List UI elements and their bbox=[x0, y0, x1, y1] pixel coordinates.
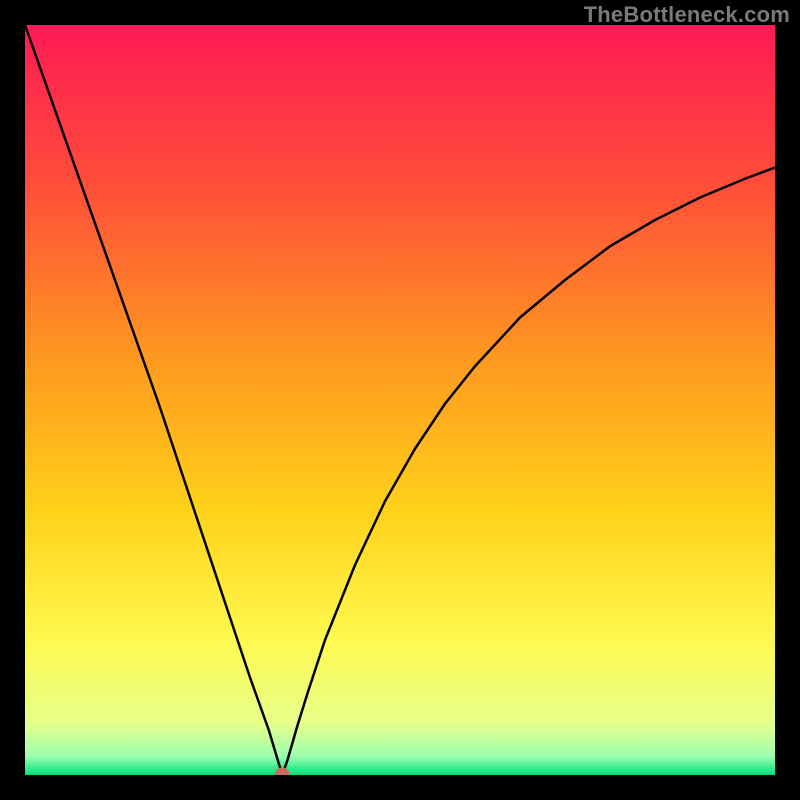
attribution-label: TheBottleneck.com bbox=[584, 2, 790, 28]
chart-plot bbox=[25, 25, 775, 775]
chart-frame: TheBottleneck.com bbox=[0, 0, 800, 800]
chart-background bbox=[25, 25, 775, 775]
